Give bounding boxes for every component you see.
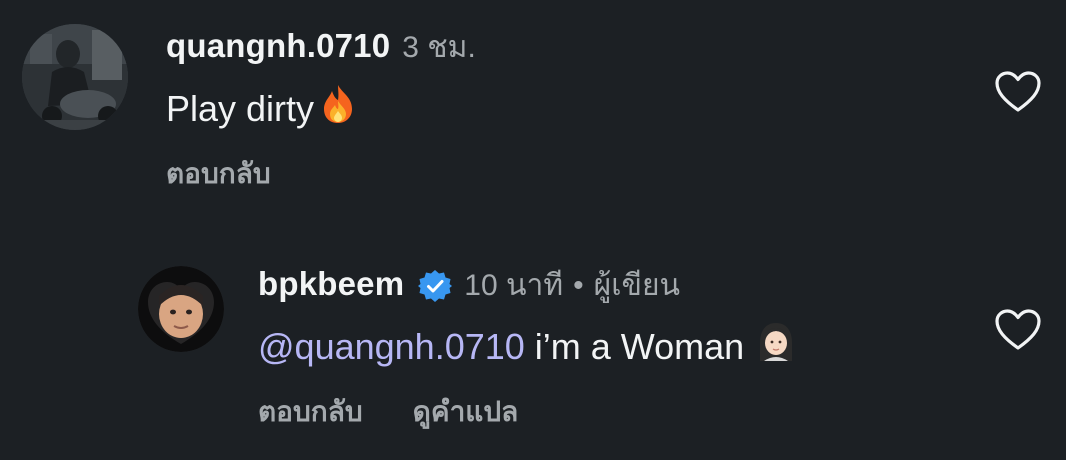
comment-text: Play dirty bbox=[166, 87, 315, 129]
comment-body: quangnh.0710 3 ชม. Play dirty ตอบกลับ bbox=[166, 24, 1066, 196]
reply-button[interactable]: ตอบกลับ bbox=[258, 390, 363, 434]
heart-outline-icon bbox=[995, 71, 1041, 112]
see-translation-button[interactable]: ดูคำแปล bbox=[413, 390, 519, 434]
reply-timestamp: 10 นาที bbox=[464, 269, 564, 302]
avatar-photo-icon bbox=[138, 266, 224, 352]
mention-link[interactable]: @quangnh.0710 bbox=[258, 326, 525, 368]
comment-item: quangnh.0710 3 ชม. Play dirty ตอบกลับ bbox=[22, 24, 1066, 196]
comment-timestamp: 3 ชม. bbox=[402, 31, 476, 64]
verified-badge-icon bbox=[418, 269, 453, 303]
like-button[interactable] bbox=[994, 70, 1042, 114]
reply-text-row: @quangnh.0710 i’m a Woman bbox=[258, 321, 1066, 372]
comment-username[interactable]: quangnh.0710 bbox=[166, 27, 390, 65]
avatar-photo-icon bbox=[22, 24, 128, 130]
reply-body: bpkbeem 10 นาที • ผู้เขียน @quangnh.0710… bbox=[258, 262, 1066, 434]
heart-outline-icon bbox=[995, 309, 1041, 350]
like-button[interactable] bbox=[994, 308, 1042, 352]
meta-separator: • bbox=[573, 269, 584, 302]
reply-username[interactable]: bpkbeem bbox=[258, 265, 404, 303]
avatar[interactable] bbox=[138, 266, 224, 352]
reply-button[interactable]: ตอบกลับ bbox=[166, 152, 271, 196]
comment-actions: ตอบกลับ bbox=[166, 152, 1066, 196]
reply-meta: bpkbeem 10 นาที • ผู้เขียน bbox=[258, 262, 1066, 309]
reply-item: bpkbeem 10 นาที • ผู้เขียน @quangnh.0710… bbox=[138, 262, 1066, 434]
author-tag: ผู้เขียน bbox=[593, 269, 681, 302]
avatar[interactable] bbox=[22, 24, 128, 130]
comments-thread: quangnh.0710 3 ชม. Play dirty ตอบกลับ bp… bbox=[0, 0, 1066, 460]
comment-meta: quangnh.0710 3 ชม. bbox=[166, 24, 1066, 71]
comment-text-row: Play dirty bbox=[166, 83, 1066, 134]
reply-text: i’m a Woman bbox=[534, 325, 745, 367]
fire-icon bbox=[318, 83, 358, 134]
woman-emoji-icon bbox=[756, 321, 796, 372]
reply-actions: ตอบกลับ ดูคำแปล bbox=[258, 390, 1066, 434]
